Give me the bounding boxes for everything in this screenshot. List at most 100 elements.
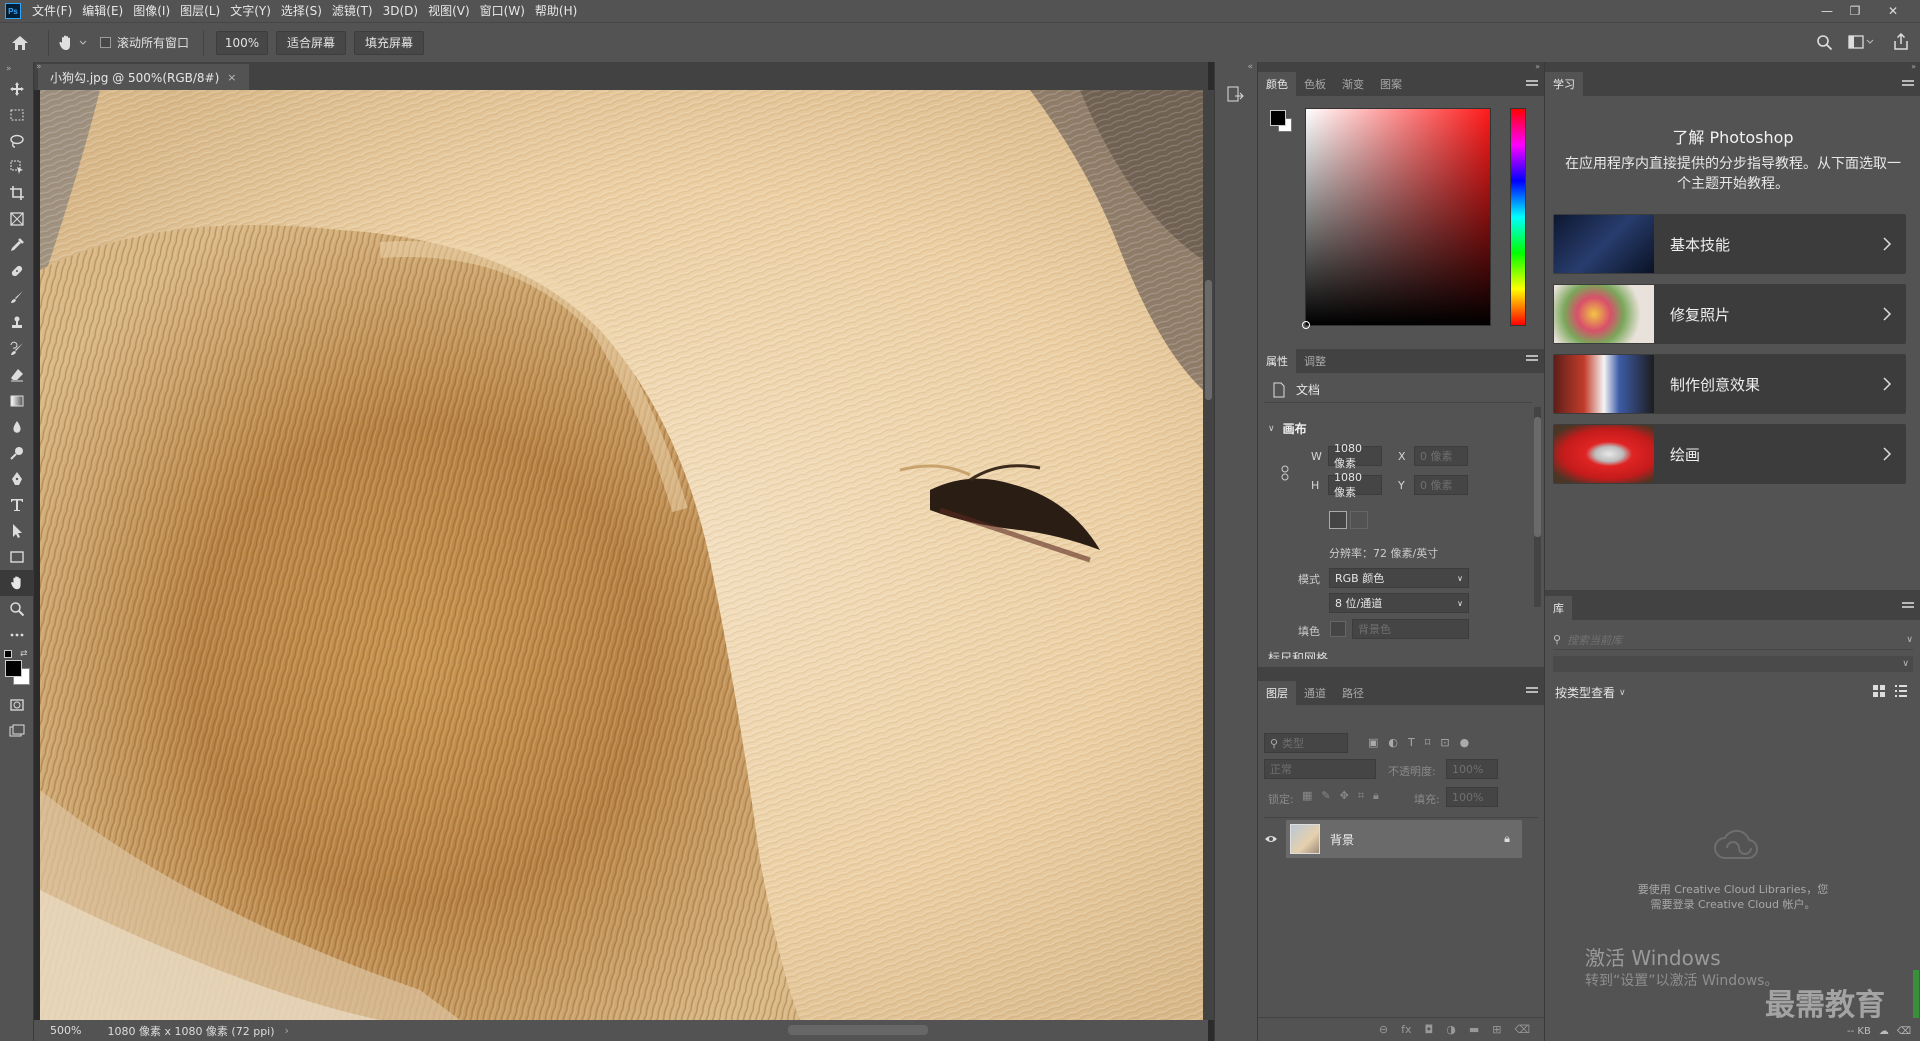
- fill-screen-button[interactable]: 填充屏幕: [354, 30, 425, 55]
- eraser-tool-icon[interactable]: [0, 362, 34, 388]
- width-field[interactable]: 1080 像素: [1328, 442, 1382, 470]
- zoom-input[interactable]: 100%: [216, 30, 269, 55]
- landscape-orientation-icon[interactable]: [1350, 511, 1368, 529]
- hue-slider[interactable]: [1510, 108, 1526, 326]
- shape-filter-icon[interactable]: ⌑: [1425, 736, 1431, 749]
- panel-collapse-icon[interactable]: »: [1545, 62, 1920, 74]
- share-icon[interactable]: [1893, 33, 1909, 51]
- layer-filter-select[interactable]: ⚲ 类型: [1264, 733, 1348, 753]
- hand-tool-icon[interactable]: [0, 570, 34, 596]
- portrait-orientation-icon[interactable]: [1329, 511, 1347, 529]
- lock-icon[interactable]: 🔒︎: [1504, 832, 1510, 846]
- color-field[interactable]: [1302, 108, 1491, 329]
- status-menu-icon[interactable]: ›: [285, 1024, 289, 1037]
- swap-colors-icon[interactable]: ⇄: [20, 649, 28, 659]
- menu-filter[interactable]: 滤镜(T): [327, 0, 378, 22]
- tab-paths[interactable]: 路径: [1334, 681, 1372, 705]
- fg-swatch[interactable]: [1270, 110, 1286, 126]
- more-tools-icon[interactable]: [0, 622, 34, 648]
- document-canvas[interactable]: [40, 90, 1203, 1020]
- tab-channels[interactable]: 通道: [1296, 681, 1334, 705]
- screen-mode-icon[interactable]: [0, 718, 34, 744]
- library-select[interactable]: ∨: [1553, 656, 1913, 672]
- panel-menu-icon[interactable]: [1526, 355, 1538, 365]
- learn-card-creative-effects[interactable]: 制作创意效果: [1553, 354, 1906, 414]
- fg-bg-swatch[interactable]: [1270, 110, 1294, 134]
- tab-color[interactable]: 颜色: [1258, 72, 1296, 96]
- properties-scrollbar[interactable]: [1534, 407, 1541, 607]
- fx-icon[interactable]: fx: [1401, 1023, 1411, 1036]
- layer-fill-field[interactable]: 100%: [1446, 787, 1498, 807]
- resize-grip[interactable]: [1913, 970, 1919, 1018]
- tab-swatches[interactable]: 色板: [1296, 72, 1334, 96]
- eyedropper-tool-icon[interactable]: [0, 232, 34, 258]
- frame-tool-icon[interactable]: [0, 206, 34, 232]
- brush-tool-icon[interactable]: [0, 284, 34, 310]
- learn-card-basic-skills[interactable]: 基本技能: [1553, 214, 1906, 274]
- layer-row[interactable]: 背景 🔒︎: [1258, 819, 1544, 859]
- menu-edit[interactable]: 编辑(E): [77, 0, 128, 22]
- smart-object-filter-icon[interactable]: ⊡: [1440, 736, 1449, 749]
- gradient-tool-icon[interactable]: [0, 388, 34, 414]
- tab-learn[interactable]: 学习: [1545, 72, 1583, 96]
- lock-all-icon[interactable]: 🔒︎: [1373, 789, 1379, 803]
- menu-image[interactable]: 图像(I): [128, 0, 175, 22]
- rulers-section-header[interactable]: 标尺和网格: [1268, 649, 1528, 659]
- mode-select[interactable]: RGB 颜色 ∨: [1329, 568, 1469, 588]
- menu-file[interactable]: 文件(F): [27, 0, 77, 22]
- tab-libraries[interactable]: 库: [1545, 596, 1572, 620]
- lock-transparent-icon[interactable]: ▦: [1302, 789, 1312, 803]
- panel-menu-icon[interactable]: [1902, 80, 1914, 90]
- tab-properties[interactable]: 属性: [1258, 349, 1296, 373]
- tab-gradients[interactable]: 渐变: [1334, 72, 1372, 96]
- hand-tool-preset-icon[interactable]: [57, 34, 88, 52]
- library-search[interactable]: ⚲ 搜索当前库 ∨: [1553, 630, 1913, 650]
- add-mask-icon[interactable]: ◘: [1425, 1023, 1434, 1036]
- quick-mask-icon[interactable]: [0, 692, 34, 718]
- height-field[interactable]: 1080 像素: [1328, 471, 1382, 499]
- clone-stamp-tool-icon[interactable]: [0, 310, 34, 336]
- menu-view[interactable]: 视图(V): [423, 0, 475, 22]
- lock-pixels-icon[interactable]: ✎: [1321, 789, 1330, 803]
- default-colors-icon[interactable]: [4, 650, 12, 658]
- delete-icon[interactable]: ⌫: [1897, 1026, 1911, 1037]
- learn-card-painting[interactable]: 绘画: [1553, 424, 1906, 484]
- color-picker-marker[interactable]: [1302, 321, 1310, 329]
- document-tab[interactable]: 小狗勾.jpg @ 500%(RGB/8#) ×: [38, 64, 249, 90]
- history-brush-tool-icon[interactable]: [0, 336, 34, 362]
- crop-tool-icon[interactable]: [0, 180, 34, 206]
- blend-mode-select[interactable]: 正常: [1264, 759, 1376, 779]
- panel-menu-icon[interactable]: [1526, 687, 1538, 697]
- chevron-down-icon[interactable]: ∨: [1906, 635, 1913, 645]
- panel-menu-icon[interactable]: [1902, 602, 1914, 612]
- bit-depth-select[interactable]: 8 位/通道 ∨: [1329, 593, 1469, 613]
- new-layer-icon[interactable]: ⊞: [1492, 1023, 1501, 1036]
- opacity-field[interactable]: 100%: [1446, 759, 1498, 779]
- restore-icon[interactable]: ❐: [1842, 0, 1868, 22]
- menu-type[interactable]: 文字(Y): [225, 0, 276, 22]
- foreground-color-swatch[interactable]: [5, 660, 22, 677]
- zoom-tool-icon[interactable]: [0, 596, 34, 622]
- link-dimensions-icon[interactable]: [1280, 465, 1290, 481]
- type-filter-icon[interactable]: T: [1408, 736, 1415, 749]
- lasso-tool-icon[interactable]: [0, 128, 34, 154]
- path-selection-tool-icon[interactable]: [0, 518, 34, 544]
- fill-color-swatch[interactable]: [1330, 621, 1346, 637]
- menu-help[interactable]: 帮助(H): [530, 0, 582, 22]
- scroll-all-checkbox[interactable]: [100, 37, 111, 48]
- learn-card-fix-photos[interactable]: 修复照片: [1553, 284, 1906, 344]
- view-by-dropdown[interactable]: 按类型查看 ∨: [1555, 684, 1626, 701]
- close-icon[interactable]: ✕: [1880, 0, 1906, 22]
- adjustment-layer-icon[interactable]: ◑: [1446, 1023, 1456, 1036]
- vertical-scroll-thumb[interactable]: [1205, 280, 1212, 400]
- workspace-icon[interactable]: [1848, 35, 1874, 50]
- cloud-sync-icon[interactable]: ☁: [1879, 1026, 1889, 1037]
- adjustment-filter-icon[interactable]: ◐: [1388, 736, 1398, 749]
- marquee-tool-icon[interactable]: [0, 102, 34, 128]
- grid-view-icon[interactable]: [1873, 685, 1885, 697]
- tab-adjustments[interactable]: 调整: [1296, 349, 1334, 373]
- new-group-icon[interactable]: ▬: [1469, 1023, 1479, 1036]
- canvas-section-header[interactable]: ∨ 画布: [1268, 420, 1307, 437]
- lock-artboard-icon[interactable]: ⌗: [1358, 789, 1364, 803]
- x-field[interactable]: 0 像素: [1414, 446, 1468, 466]
